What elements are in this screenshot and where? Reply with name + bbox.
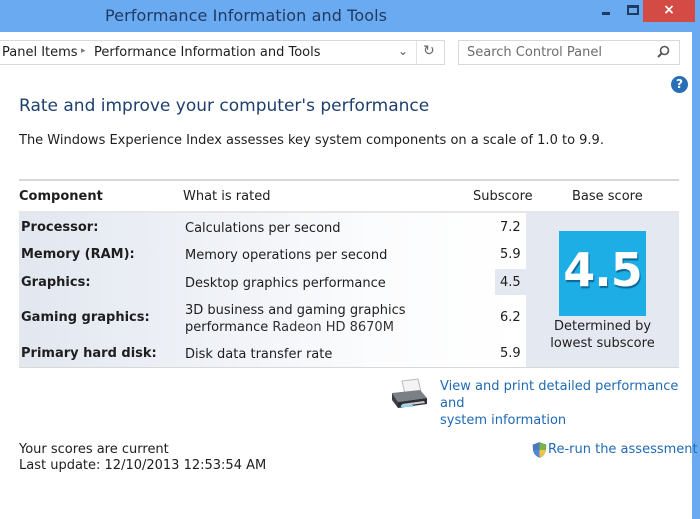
row-memory-label: Memory (RAM):	[21, 247, 135, 262]
help-icon[interactable]: ?	[671, 76, 688, 93]
address-bar[interactable]: Panel Items ▸ Performance Information an…	[0, 40, 445, 65]
row-gaming-graphics-what-line2: performance Radeon HD 8670M	[185, 319, 394, 336]
search-icon[interactable]	[655, 44, 671, 60]
table-divider-top	[19, 179, 679, 181]
print-link-line1[interactable]: View and print detailed performance and	[440, 378, 690, 412]
row-processor-what: Calculations per second	[185, 221, 341, 236]
page-heading: Rate and improve your computer's perform…	[19, 96, 430, 116]
row-gaming-graphics-subscore: 6.2	[500, 310, 521, 325]
row-processor-subscore: 7.2	[500, 220, 521, 235]
refresh-icon[interactable]: ↻	[423, 43, 435, 59]
header-what-is-rated: What is rated	[183, 189, 271, 204]
close-icon: ×	[663, 2, 675, 18]
title-bar[interactable]: Performance Information and Tools ×	[0, 0, 700, 32]
search-placeholder: Search Control Panel	[467, 45, 602, 60]
gaming-performance-text: performance	[185, 320, 269, 335]
row-hard-disk-subscore: 5.9	[500, 346, 521, 361]
breadcrumb-panel-items[interactable]: Panel Items	[2, 45, 78, 60]
page-description: The Windows Experience Index assesses ke…	[19, 133, 604, 148]
rerun-assessment-link[interactable]: Re-run the assessment	[548, 442, 698, 457]
close-button[interactable]: ×	[643, 0, 695, 22]
address-divider	[416, 41, 417, 64]
print-link-line2[interactable]: system information	[440, 412, 690, 429]
chevron-down-icon[interactable]: ⌄	[398, 44, 408, 58]
row-graphics-what: Desktop graphics performance	[185, 276, 386, 291]
row-graphics-label: Graphics:	[21, 275, 91, 290]
gpu-model: Radeon HD 8670M	[272, 320, 394, 335]
row-hard-disk-label: Primary hard disk:	[21, 346, 157, 361]
last-update: Last update: 12/10/2013 12:53:54 AM	[19, 458, 267, 473]
table-divider-bottom	[19, 367, 679, 368]
row-gaming-graphics-label: Gaming graphics:	[21, 310, 150, 325]
base-score-value: 4.5	[563, 243, 643, 297]
shield-icon[interactable]	[532, 442, 547, 458]
header-component: Component	[19, 189, 103, 204]
header-subscore: Subscore	[473, 189, 533, 204]
view-print-details-link[interactable]: View and print detailed performance and …	[440, 378, 690, 429]
row-hard-disk-what: Disk data transfer rate	[185, 347, 333, 362]
minimize-button[interactable]	[593, 0, 619, 22]
scores-status: Your scores are current	[19, 442, 169, 457]
row-gaming-graphics-what: 3D business and gaming graphics	[185, 303, 406, 318]
base-score-caption: Determined by lowest subscore	[540, 318, 665, 352]
header-base-score: Base score	[572, 189, 643, 204]
breadcrumb-separator-icon[interactable]: ▸	[81, 46, 86, 56]
row-memory-what: Memory operations per second	[185, 248, 388, 263]
base-caption-line1: Determined by	[553, 319, 652, 334]
base-caption-line2: lowest subscore	[550, 336, 655, 351]
breadcrumb-performance-info[interactable]: Performance Information and Tools	[94, 45, 321, 60]
search-input[interactable]: Search Control Panel	[458, 40, 680, 65]
row-graphics-subscore: 4.5	[500, 275, 521, 290]
row-memory-subscore: 5.9	[500, 247, 521, 262]
window-title: Performance Information and Tools	[105, 6, 388, 25]
row-processor-label: Processor:	[21, 220, 99, 235]
base-score-tile: 4.5	[559, 231, 646, 316]
printer-icon[interactable]	[388, 378, 430, 412]
